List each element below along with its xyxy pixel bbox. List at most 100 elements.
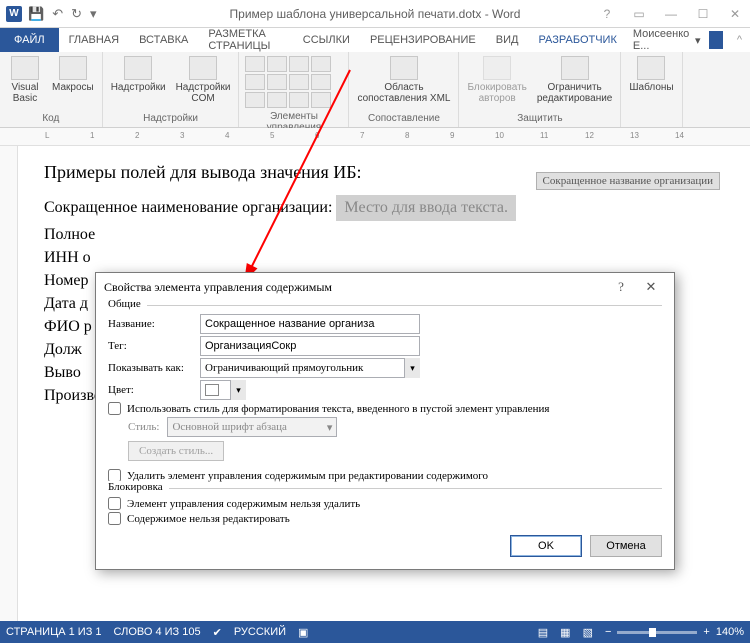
design-mode-icon[interactable] bbox=[289, 92, 309, 108]
use-style-label: Использовать стиль для форматирования те… bbox=[127, 403, 549, 415]
cancel-button[interactable]: Отмена bbox=[590, 535, 662, 557]
show-as-combo[interactable]: Ограничивающий прямоугольник ▾ bbox=[200, 358, 420, 378]
use-style-checkbox[interactable] bbox=[108, 402, 121, 415]
legacy-tools-icon[interactable] bbox=[267, 92, 287, 108]
templates-icon bbox=[637, 56, 665, 80]
ribbon-tabs: ФАЙЛ ГЛАВНАЯ ВСТАВКА РАЗМЕТКА СТРАНИЦЫ С… bbox=[0, 28, 750, 52]
group-label: Защитить bbox=[463, 112, 616, 125]
redo-icon[interactable]: ↻ bbox=[71, 6, 82, 22]
xml-mapping-icon bbox=[390, 56, 418, 80]
tab-review[interactable]: РЕЦЕНЗИРОВАНИЕ bbox=[360, 28, 486, 52]
minimize-icon[interactable]: — bbox=[656, 4, 686, 24]
window-title: Пример шаблона универсальной печати.dotx… bbox=[230, 7, 521, 21]
name-input[interactable] bbox=[200, 314, 420, 334]
rich-text-control-icon[interactable] bbox=[245, 56, 265, 72]
group-code: Visual Basic Макросы Код bbox=[0, 52, 103, 127]
quick-access-toolbar: 💾 ↶ ↻ ▾ bbox=[28, 6, 97, 22]
color-combo[interactable]: ▾ bbox=[200, 380, 246, 400]
close-icon[interactable]: ✕ bbox=[720, 4, 750, 24]
vertical-ruler[interactable] bbox=[0, 146, 18, 623]
plain-text-control-icon[interactable] bbox=[267, 56, 287, 72]
date-picker-control-icon[interactable] bbox=[311, 74, 331, 90]
com-addins-icon bbox=[189, 56, 217, 80]
tab-references[interactable]: ССЫЛКИ bbox=[293, 28, 360, 52]
block-authors-button[interactable]: Блокировать авторов bbox=[463, 54, 530, 106]
maximize-icon[interactable]: ☐ bbox=[688, 4, 718, 24]
vb-icon bbox=[11, 56, 39, 80]
lock-delete-checkbox[interactable] bbox=[108, 497, 121, 510]
status-words[interactable]: СЛОВО 4 ИЗ 105 bbox=[114, 626, 201, 638]
addins-button[interactable]: Надстройки bbox=[107, 54, 170, 95]
content-control-properties-dialog: Свойства элемента управления содержимым … bbox=[95, 272, 675, 570]
dialog-title: Свойства элемента управления содержимым bbox=[104, 280, 332, 295]
color-swatch-icon bbox=[205, 384, 219, 396]
ribbon-collapse-icon[interactable]: ^ bbox=[729, 28, 750, 52]
picture-control-icon[interactable] bbox=[289, 56, 309, 72]
properties-icon[interactable] bbox=[311, 92, 331, 108]
visual-basic-button[interactable]: Visual Basic bbox=[4, 54, 46, 106]
macros-button[interactable]: Макросы bbox=[48, 54, 98, 95]
view-read-icon[interactable]: ▤ bbox=[538, 626, 548, 639]
tab-layout[interactable]: РАЗМЕТКА СТРАНИЦЫ bbox=[198, 28, 292, 52]
lock-delete-label: Элемент управления содержимым нельзя уда… bbox=[127, 498, 360, 510]
ok-button[interactable]: OK bbox=[510, 535, 582, 557]
tag-input[interactable] bbox=[200, 336, 420, 356]
checkbox-control-icon[interactable] bbox=[245, 74, 265, 90]
tab-view[interactable]: ВИД bbox=[486, 28, 529, 52]
style-combo: Основной шрифт абзаца▾ bbox=[167, 417, 337, 437]
label-color: Цвет: bbox=[108, 384, 200, 396]
chevron-down-icon: ▾ bbox=[404, 358, 420, 378]
xml-mapping-button[interactable]: Область сопоставления XML bbox=[353, 54, 454, 106]
lock-edit-label: Содержимое нельзя редактировать bbox=[127, 513, 290, 525]
horizontal-ruler[interactable]: L 12 34 56 78 910 1112 1314 bbox=[0, 128, 750, 146]
restrict-editing-button[interactable]: Ограничить редактирование bbox=[533, 54, 617, 106]
templates-button[interactable]: Шаблоны bbox=[625, 54, 677, 95]
group-label: Надстройки bbox=[107, 112, 235, 125]
combobox-control-icon[interactable] bbox=[267, 74, 287, 90]
ribbon-display-icon[interactable]: ▭ bbox=[624, 4, 654, 24]
macro-record-icon[interactable]: ▣ bbox=[298, 626, 308, 639]
repeating-control-icon[interactable] bbox=[245, 92, 265, 108]
content-control-tag[interactable]: Сокращенное название организации bbox=[536, 172, 720, 190]
zoom-slider[interactable] bbox=[617, 631, 697, 634]
tab-developer[interactable]: РАЗРАБОТЧИК bbox=[528, 28, 626, 52]
zoom-in-icon[interactable]: + bbox=[703, 626, 709, 638]
content-control-box[interactable]: Место для ввода текста. bbox=[336, 195, 516, 221]
qat-more-icon[interactable]: ▾ bbox=[90, 6, 97, 22]
restrict-editing-icon bbox=[561, 56, 589, 80]
label-name: Название: bbox=[108, 318, 200, 330]
field-label: Дата д bbox=[44, 295, 88, 313]
zoom-level[interactable]: 140% bbox=[716, 626, 744, 638]
status-page[interactable]: СТРАНИЦА 1 ИЗ 1 bbox=[6, 626, 102, 638]
status-language[interactable]: РУССКИЙ bbox=[234, 626, 286, 638]
com-addins-button[interactable]: Надстройки COM bbox=[172, 54, 235, 106]
view-web-icon[interactable]: ▧ bbox=[583, 626, 593, 639]
undo-icon[interactable]: ↶ bbox=[52, 6, 63, 22]
lock-edit-checkbox[interactable] bbox=[108, 512, 121, 525]
view-print-icon[interactable]: ▦ bbox=[560, 626, 570, 639]
combo-value: Ограничивающий прямоугольник bbox=[205, 362, 363, 374]
legend-lock: Блокировка bbox=[108, 481, 169, 493]
spellcheck-icon[interactable]: ✔ bbox=[213, 626, 222, 639]
remove-on-edit-label: Удалить элемент управления содержимым пр… bbox=[127, 470, 488, 482]
group-label: Код bbox=[4, 112, 98, 125]
zoom-out-icon[interactable]: − bbox=[605, 626, 611, 638]
field-label: Номер bbox=[44, 272, 88, 290]
building-block-control-icon[interactable] bbox=[311, 56, 331, 72]
dropdown-control-icon[interactable] bbox=[289, 74, 309, 90]
legend-general: Общие bbox=[108, 298, 147, 310]
word-app-icon: W bbox=[6, 6, 22, 22]
dialog-close-icon[interactable]: ✕ bbox=[636, 275, 666, 299]
save-icon[interactable]: 💾 bbox=[28, 6, 44, 22]
label-tag: Тег: bbox=[108, 340, 200, 352]
title-bar: W 💾 ↶ ↻ ▾ Пример шаблона универсальной п… bbox=[0, 0, 750, 28]
tab-file[interactable]: ФАЙЛ bbox=[0, 28, 59, 52]
controls-grid bbox=[243, 54, 333, 110]
user-account[interactable]: Моисеенко Е... ▾ bbox=[627, 28, 729, 52]
field-label: Долж bbox=[44, 341, 82, 359]
dialog-help-icon[interactable]: ? bbox=[606, 275, 636, 299]
tab-insert[interactable]: ВСТАВКА bbox=[129, 28, 198, 52]
tab-home[interactable]: ГЛАВНАЯ bbox=[59, 28, 129, 52]
help-icon[interactable]: ? bbox=[592, 4, 622, 24]
group-controls: Элементы управления bbox=[239, 52, 349, 127]
